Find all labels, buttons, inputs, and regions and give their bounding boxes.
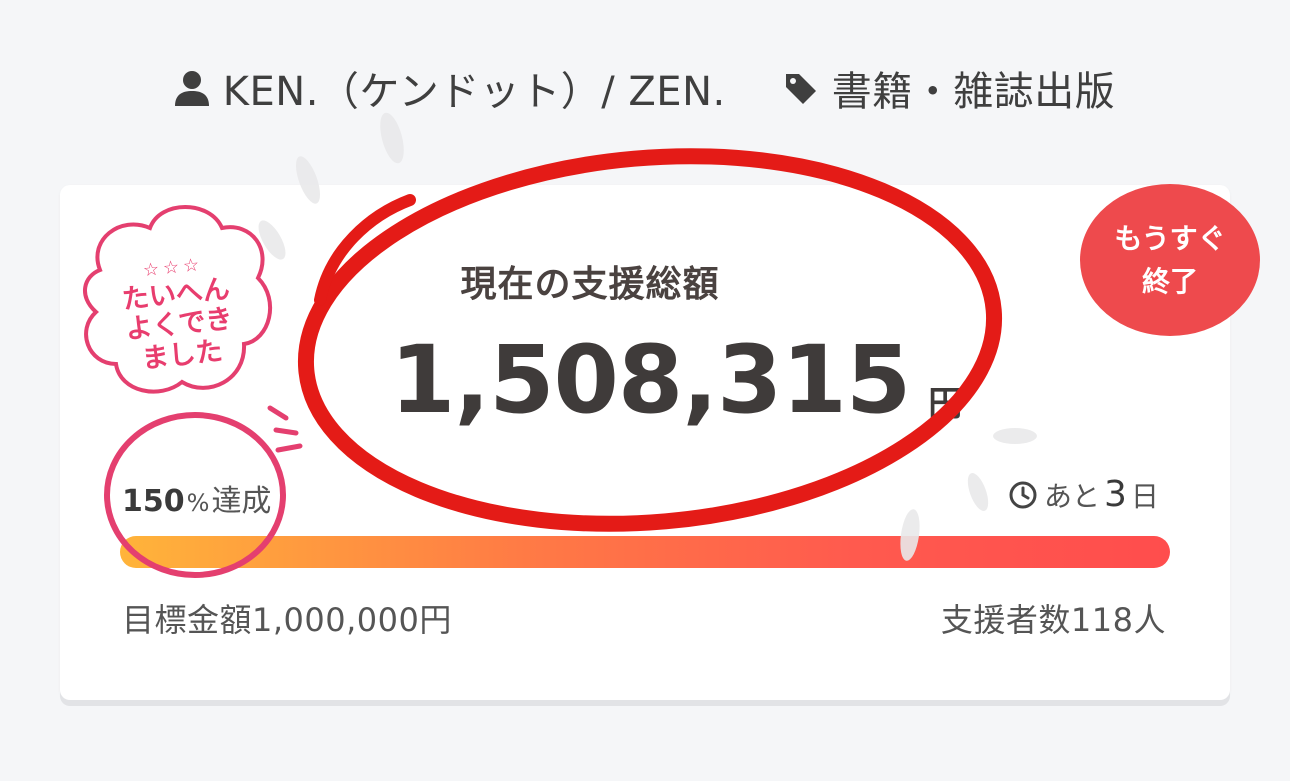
red-marker-circle <box>297 148 1003 532</box>
pink-marker-circle <box>104 412 286 578</box>
annotation-overlay <box>83 112 1037 578</box>
confetti-marks <box>258 112 1037 561</box>
well-done-sticker: ☆☆☆ たいへん よくでき ました <box>93 250 264 379</box>
emphasis-lines <box>267 405 303 453</box>
